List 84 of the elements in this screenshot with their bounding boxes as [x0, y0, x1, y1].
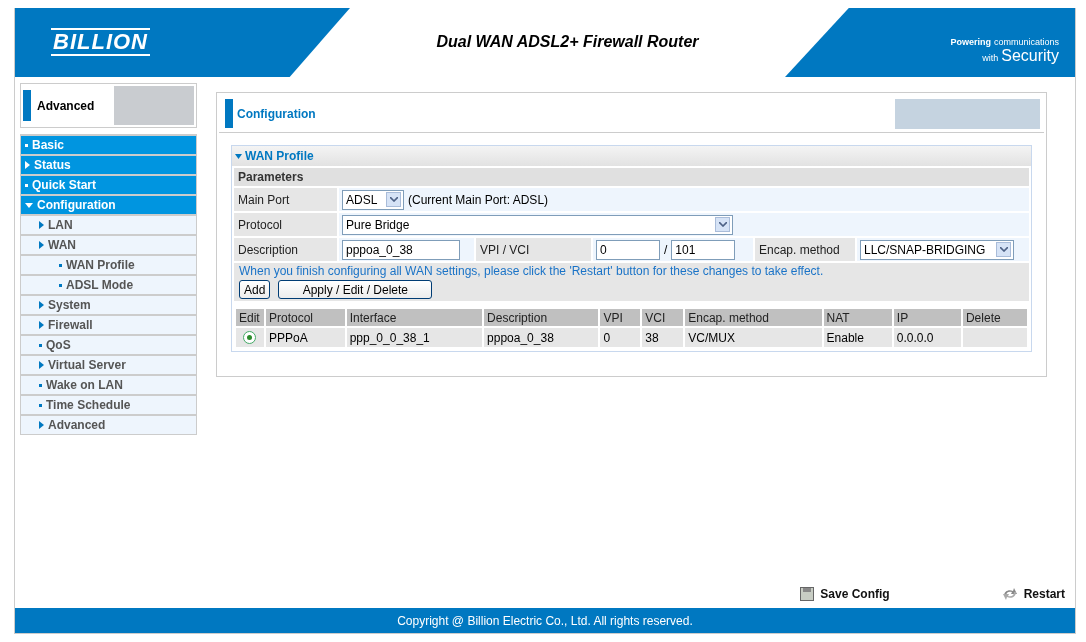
sidebar-item-label[interactable]: WAN — [48, 238, 76, 252]
field-label: VPI / VCI — [476, 238, 591, 261]
column-header: Interface — [346, 309, 483, 326]
accent-bar — [225, 99, 233, 128]
field-label: Main Port — [234, 188, 337, 211]
tagline-text: with — [982, 52, 999, 64]
tagline-text: Security — [1001, 48, 1059, 64]
sidebar-item[interactable]: QoS — [21, 334, 196, 354]
sidebar-item-label[interactable]: Time Schedule — [46, 398, 131, 412]
toolbar-link[interactable]: Save Config — [800, 586, 890, 601]
column-header: NAT — [823, 309, 892, 326]
link-label[interactable]: Restart — [1023, 586, 1065, 601]
table-cell: Enable — [823, 328, 892, 347]
bullet-icon — [25, 183, 28, 187]
sidebar-item-label[interactable]: WAN Profile — [66, 258, 135, 272]
column-header: IP — [893, 309, 961, 326]
bullet-icon — [25, 143, 28, 147]
sidebar-item-label[interactable]: QoS — [46, 338, 71, 352]
sidebar-item[interactable]: System — [21, 294, 196, 314]
sidebar-item[interactable]: WAN Profile — [21, 254, 196, 274]
bullet-icon — [39, 383, 42, 387]
column-header: Description — [484, 309, 599, 326]
bullet-icon — [39, 403, 42, 407]
sidebar-item-label[interactable]: Advanced — [48, 418, 106, 432]
encap-method-select[interactable]: LLC/SNAP-BRIDGING — [860, 239, 1014, 260]
table-cell: pppoa_0_38 — [484, 328, 599, 347]
description-input[interactable]: pppoa_0_38 — [342, 239, 460, 260]
table-cell: 38 — [642, 328, 684, 347]
refresh-arrows-icon — [1001, 586, 1018, 601]
tagline-text: communications — [993, 36, 1059, 48]
sidebar-item[interactable]: Advanced — [21, 414, 196, 434]
column-header: Delete — [962, 309, 1027, 326]
sidebar-item-label[interactable]: Virtual Server — [48, 358, 126, 372]
logo: BILLION — [51, 28, 150, 56]
page-title: Configuration — [237, 106, 317, 121]
restart-notice: When you finish configuring all WAN settings, please click the 'Restart' button for these changes to take effect. — [239, 264, 825, 278]
table-cell: 0 — [600, 328, 641, 347]
vpi-input[interactable]: 0 — [596, 239, 660, 260]
column-header: VPI — [600, 309, 641, 326]
accent-bar — [23, 90, 31, 121]
sidebar-item[interactable]: ADSL Mode — [21, 274, 196, 294]
table-cell: 0.0.0.0 — [893, 328, 961, 347]
current-port-note: (Current Main Port: ADSL) — [408, 192, 549, 207]
protocol-select[interactable]: Pure Bridge — [342, 214, 733, 235]
bullet-icon — [59, 263, 62, 267]
bullet-icon — [39, 343, 42, 347]
sidebar-item[interactable]: Firewall — [21, 314, 196, 334]
sidebar-item-label[interactable]: System — [48, 298, 91, 312]
table-cell: VC/MUX — [685, 328, 822, 347]
column-header: Edit — [236, 309, 264, 326]
sidebar-title: Advanced — [37, 98, 96, 113]
copyright-text: Copyright @ Billion Electric Co., Ltd. All rights reserved. — [397, 613, 693, 628]
main-port-select[interactable]: ADSL — [342, 189, 404, 210]
sidebar-item-label[interactable]: ADSL Mode — [66, 278, 134, 292]
field-label: Protocol — [234, 213, 337, 236]
tagline-text: Powering — [950, 36, 991, 48]
sidebar-item-label[interactable]: Wake on LAN — [46, 378, 123, 392]
action-button[interactable]: Add — [239, 280, 271, 299]
table-cell: ppp_0_0_38_1 — [346, 328, 483, 347]
sidebar-item[interactable]: Time Schedule — [21, 394, 196, 414]
toolbar-link[interactable]: Restart — [1001, 586, 1065, 601]
action-button[interactable]: Apply / Edit / Delete — [278, 280, 433, 299]
caret-icon — [235, 153, 242, 159]
field-label: Description — [234, 238, 337, 261]
bullet-icon — [59, 283, 62, 287]
separator-text: / — [664, 242, 668, 257]
subsection-title: Parameters — [234, 168, 1029, 186]
sidebar-item-label[interactable]: LAN — [48, 218, 73, 232]
link-label[interactable]: Save Config — [820, 586, 890, 601]
column-header: Protocol — [266, 309, 345, 326]
section-title[interactable]: WAN Profile — [245, 149, 314, 163]
sidebar-item[interactable]: Wake on LAN — [21, 374, 196, 394]
sidebar-item-label[interactable]: Firewall — [48, 318, 93, 332]
sidebar-item[interactable]: Virtual Server — [21, 354, 196, 374]
vci-input[interactable]: 101 — [671, 239, 736, 260]
column-header: Encap. method — [685, 309, 822, 326]
field-label: Encap. method — [755, 238, 855, 261]
radio-button[interactable] — [243, 331, 256, 344]
sidebar-item[interactable]: LAN — [21, 214, 196, 234]
table-cell: PPPoA — [266, 328, 345, 347]
router-title: Dual WAN ADSL2+ Firewall Router — [436, 32, 699, 51]
column-header: VCI — [642, 309, 684, 326]
sidebar-item[interactable]: WAN — [21, 234, 196, 254]
section-header[interactable]: WAN Profile — [232, 146, 1031, 166]
